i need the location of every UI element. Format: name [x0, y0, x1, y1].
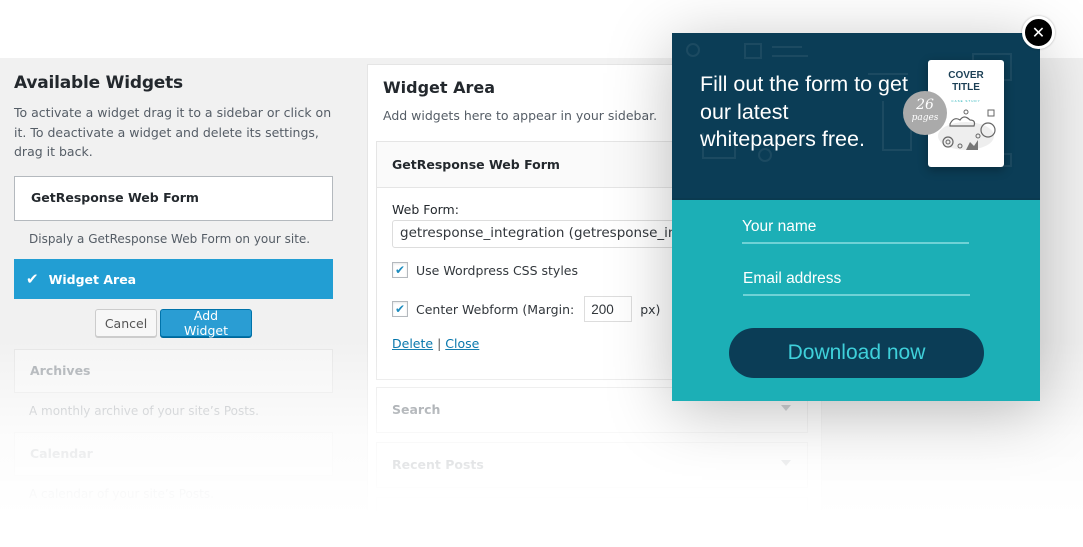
margin-unit-label: px) — [640, 301, 661, 317]
center-webform-label: Center Webform (Margin: — [416, 301, 575, 317]
use-wp-css-row: ✔ Use Wordpress CSS styles — [392, 262, 578, 278]
sidebar-chooser-widget-area[interactable]: ✔ Widget Area — [14, 259, 333, 299]
use-wp-css-label: Use Wordpress CSS styles — [416, 262, 578, 278]
widget-area-title: Widget Area — [383, 78, 496, 97]
close-icon: ✕ — [1031, 23, 1046, 42]
separator: | — [437, 336, 442, 351]
page-count-badge: 26 pages — [903, 91, 947, 135]
expand-arrow-icon[interactable] — [781, 405, 791, 411]
close-link[interactable]: Close — [445, 336, 479, 351]
lead-popup: Fill out the form to get our latest whit… — [672, 33, 1040, 401]
widget-calendar[interactable]: Calendar — [14, 432, 333, 476]
popup-header: Fill out the form to get our latest whit… — [672, 33, 1040, 198]
use-wp-css-checkbox[interactable]: ✔ — [392, 262, 408, 278]
widget-recent-posts-label: Recent Posts — [392, 457, 484, 472]
expand-arrow-icon[interactable] — [781, 515, 791, 521]
available-widgets-description: To activate a widget drag it to a sideba… — [14, 105, 332, 159]
available-widgets-title: Available Widgets — [14, 73, 183, 93]
widget-archives[interactable]: Archives — [14, 349, 333, 393]
widget-recent-comments-label: Recent Comments — [392, 512, 520, 527]
decor-line — [772, 46, 802, 48]
decor-circle-icon — [686, 43, 700, 57]
web-form-label: Web Form: — [392, 202, 459, 217]
name-input[interactable]: Your name — [742, 214, 969, 244]
popup-headline: Fill out the form to get our latest whit… — [700, 72, 908, 151]
expand-arrow-icon[interactable] — [781, 460, 791, 466]
email-input[interactable]: Email address — [743, 266, 970, 296]
widget-description: Dispaly a GetResponse Web Form on your s… — [29, 232, 311, 246]
page-count-number: 26 — [916, 97, 934, 113]
cover-title-line2: TITLE — [952, 82, 980, 93]
margin-input[interactable] — [584, 296, 633, 322]
delete-link[interactable]: Delete — [392, 336, 433, 351]
widget-recent-comments[interactable]: Recent Comments — [376, 497, 808, 543]
decor-line — [772, 55, 808, 57]
download-now-button[interactable]: Download now — [729, 328, 984, 378]
close-popup-button[interactable]: ✕ — [1022, 16, 1055, 49]
decor-envelope-icon — [744, 43, 762, 59]
checkmark-icon: ✔ — [26, 270, 39, 288]
page-count-label: pages — [911, 113, 939, 123]
add-widget-button[interactable]: Add Widget — [160, 308, 252, 338]
chooser-item-label: Widget Area — [48, 271, 137, 287]
widget-archives-description: A monthly archive of your site’s Posts. — [29, 404, 259, 418]
cover-title-line1: COVER — [948, 70, 984, 81]
widget-calendar-description: A calendar of your site’s Posts. — [29, 487, 214, 501]
widget-actions: Delete | Close — [392, 336, 479, 351]
center-webform-row: ✔ Center Webform (Margin: px) — [392, 296, 660, 322]
cancel-button[interactable]: Cancel — [95, 309, 157, 337]
widget-search-label: Search — [392, 402, 441, 417]
widget-recent-posts[interactable]: Recent Posts — [376, 442, 808, 488]
center-webform-checkbox[interactable]: ✔ — [392, 301, 408, 317]
widget-getresponse-web-form[interactable]: GetResponse Web Form — [14, 176, 333, 221]
widget-area-description: Add widgets here to appear in your sideb… — [383, 108, 658, 123]
